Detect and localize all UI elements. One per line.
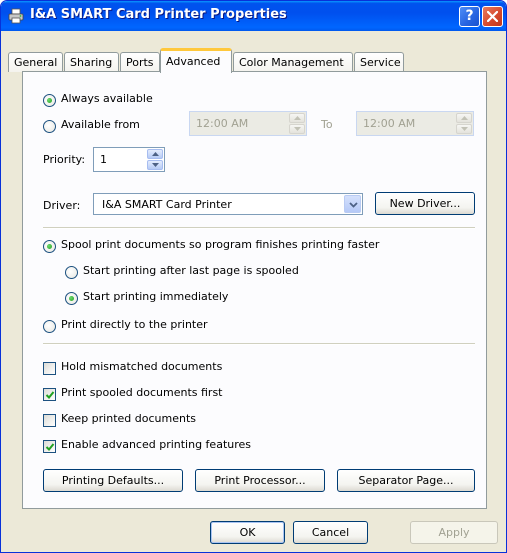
tab-color-management[interactable]: Color Management [233,52,353,72]
priority-spinner[interactable]: 1 [93,147,165,172]
title-bar[interactable]: I&A SMART Card Printer Properties ? [1,1,506,31]
priority-value: 1 [100,153,107,166]
separator [43,343,475,345]
to-time-spinner: 12:00 AM [356,111,474,136]
tab-ports[interactable]: Ports [120,52,160,72]
print-processor-button[interactable]: Print Processor... [195,469,325,492]
spin-down-icon [456,124,472,134]
from-time-value: 12:00 AM [196,117,249,130]
close-button[interactable] [482,6,503,27]
priority-up-button[interactable] [147,149,163,159]
spin-down-icon [289,124,305,134]
from-time-spinner: 12:00 AM [189,111,307,136]
available-from-radio[interactable] [43,120,56,133]
driver-label: Driver: [43,199,81,212]
driver-dropdown[interactable]: I&A SMART Card Printer [93,193,363,215]
to-time-value: 12:00 AM [363,117,416,130]
keep-printed-label: Keep printed documents [61,412,197,425]
priority-label: Priority: [43,153,86,166]
always-available-label: Always available [61,92,153,105]
arrow-up-icon [152,152,159,156]
help-button[interactable]: ? [459,6,480,27]
printer-properties-dialog: I&A SMART Card Printer Properties ? Gene… [0,0,507,553]
spool-radio[interactable] [43,240,56,253]
ok-button[interactable]: OK [210,521,285,544]
spool-label: Spool print documents so program finishe… [61,238,380,251]
apply-button[interactable]: Apply [410,521,498,544]
window-title: I&A SMART Card Printer Properties [30,7,287,22]
print-direct-radio[interactable] [43,320,56,333]
spin-up-icon [289,113,305,123]
tab-service[interactable]: Service [354,52,404,72]
checkmark-icon [45,443,55,451]
print-direct-label: Print directly to the printer [61,318,208,331]
printing-defaults-button[interactable]: Printing Defaults... [43,469,183,492]
checkmark-icon [45,391,55,399]
chevron-down-icon [349,202,358,208]
always-available-radio[interactable] [43,94,56,107]
available-from-label: Available from [61,118,140,131]
new-driver-button[interactable]: New Driver... [375,192,475,215]
print-spooled-first-checkbox[interactable] [43,388,56,401]
start-immediately-label: Start printing immediately [83,290,229,303]
advanced-features-checkbox[interactable] [43,440,56,453]
tab-strip: General Sharing Ports Advanced Color Man… [8,47,500,73]
tab-sharing[interactable]: Sharing [64,52,119,72]
hold-mismatched-checkbox[interactable] [43,362,56,375]
start-after-last-page-label: Start printing after last page is spoole… [83,264,299,277]
cancel-button[interactable]: Cancel [293,521,368,544]
driver-selected-value: I&A SMART Card Printer [102,198,232,211]
advanced-features-label: Enable advanced printing features [61,438,252,451]
start-immediately-radio[interactable] [65,292,78,305]
close-icon [487,11,498,22]
question-mark-icon: ? [465,8,474,24]
spin-up-icon [456,113,472,123]
keep-printed-checkbox[interactable] [43,414,56,427]
print-spooled-first-label: Print spooled documents first [61,386,223,399]
advanced-tab-panel: Always available Available from 12:00 AM… [22,71,487,509]
start-after-last-page-radio[interactable] [65,266,78,279]
priority-down-button[interactable] [147,160,163,170]
to-label: To [321,118,333,131]
tab-advanced[interactable]: Advanced [160,48,232,73]
arrow-down-icon [152,163,159,167]
hold-mismatched-label: Hold mismatched documents [61,360,223,373]
dropdown-button[interactable] [344,195,361,213]
separator [43,227,475,229]
printer-icon [8,8,24,24]
separator-page-button[interactable]: Separator Page... [337,469,475,492]
tab-general[interactable]: General [8,52,63,72]
